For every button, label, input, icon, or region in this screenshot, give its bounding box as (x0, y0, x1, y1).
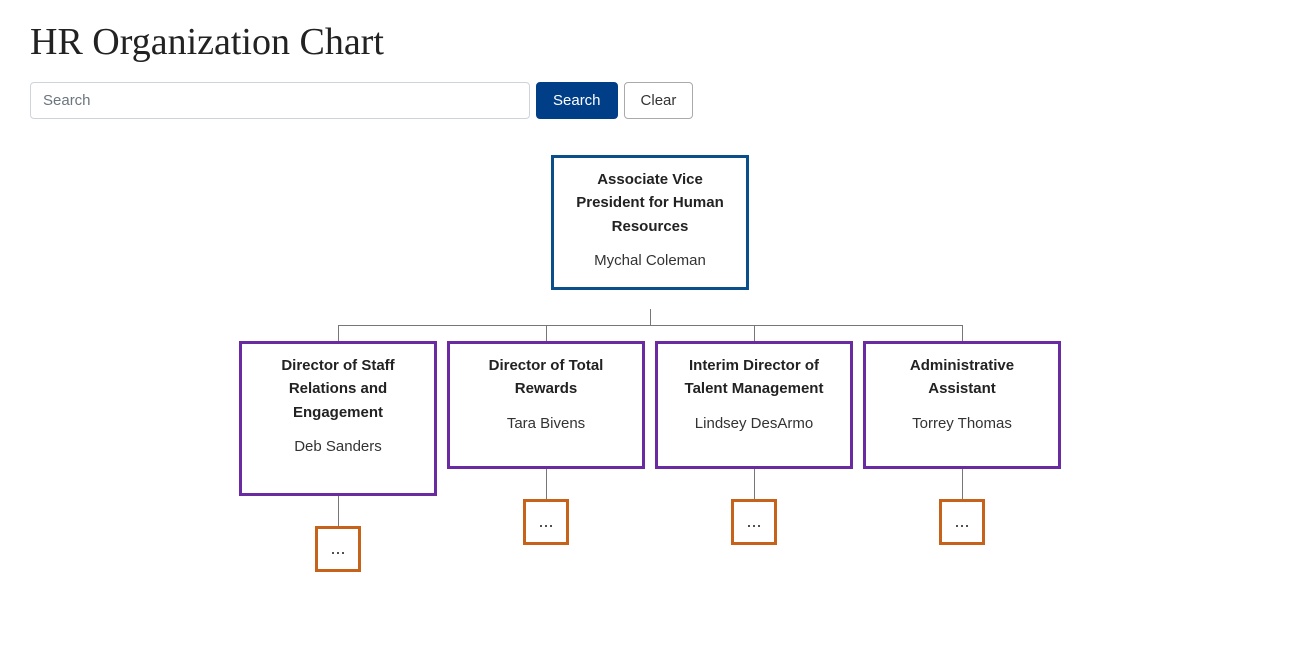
org-node-child[interactable]: Administrative Assistant Torrey Thomas (863, 341, 1061, 469)
org-node-child[interactable]: Interim Director of Talent Management Lin… (655, 341, 853, 469)
org-node-title: Administrative Assistant (878, 354, 1046, 401)
org-node-title: Interim Director of Talent Management (670, 354, 838, 401)
connector (962, 469, 963, 499)
connector (754, 325, 755, 341)
clear-button[interactable]: Clear (624, 82, 694, 119)
org-node-title: Director of Staff Relations and Engageme… (254, 354, 422, 424)
search-input[interactable] (30, 82, 530, 119)
connector (650, 309, 651, 325)
connector (754, 469, 755, 499)
search-bar: Search Clear (30, 82, 1270, 119)
org-node-name: Deb Sanders (254, 438, 422, 455)
page-title: HR Organization Chart (30, 20, 1270, 64)
expand-button[interactable]: ... (523, 499, 569, 545)
search-button[interactable]: Search (536, 82, 618, 119)
org-node-name: Lindsey DesArmo (670, 415, 838, 432)
expand-button[interactable]: ... (315, 526, 361, 572)
org-node-title: Director of Total Rewards (462, 354, 630, 401)
connector (338, 325, 339, 341)
org-node-child[interactable]: Director of Staff Relations and Engageme… (239, 341, 437, 496)
connector (546, 469, 547, 499)
expand-button[interactable]: ... (939, 499, 985, 545)
org-node-name: Tara Bivens (462, 415, 630, 432)
connector (338, 496, 339, 526)
org-node-child[interactable]: Director of Total Rewards Tara Bivens (447, 341, 645, 469)
expand-button[interactable]: ... (731, 499, 777, 545)
org-node-title: Associate Vice President for Human Resou… (566, 168, 734, 238)
org-node-root[interactable]: Associate Vice President for Human Resou… (551, 155, 749, 290)
org-chart: Associate Vice President for Human Resou… (189, 155, 1111, 582)
org-node-name: Torrey Thomas (878, 415, 1046, 432)
connector (962, 325, 963, 341)
org-node-name: Mychal Coleman (566, 252, 734, 269)
connector (546, 325, 547, 341)
connector (338, 325, 962, 326)
